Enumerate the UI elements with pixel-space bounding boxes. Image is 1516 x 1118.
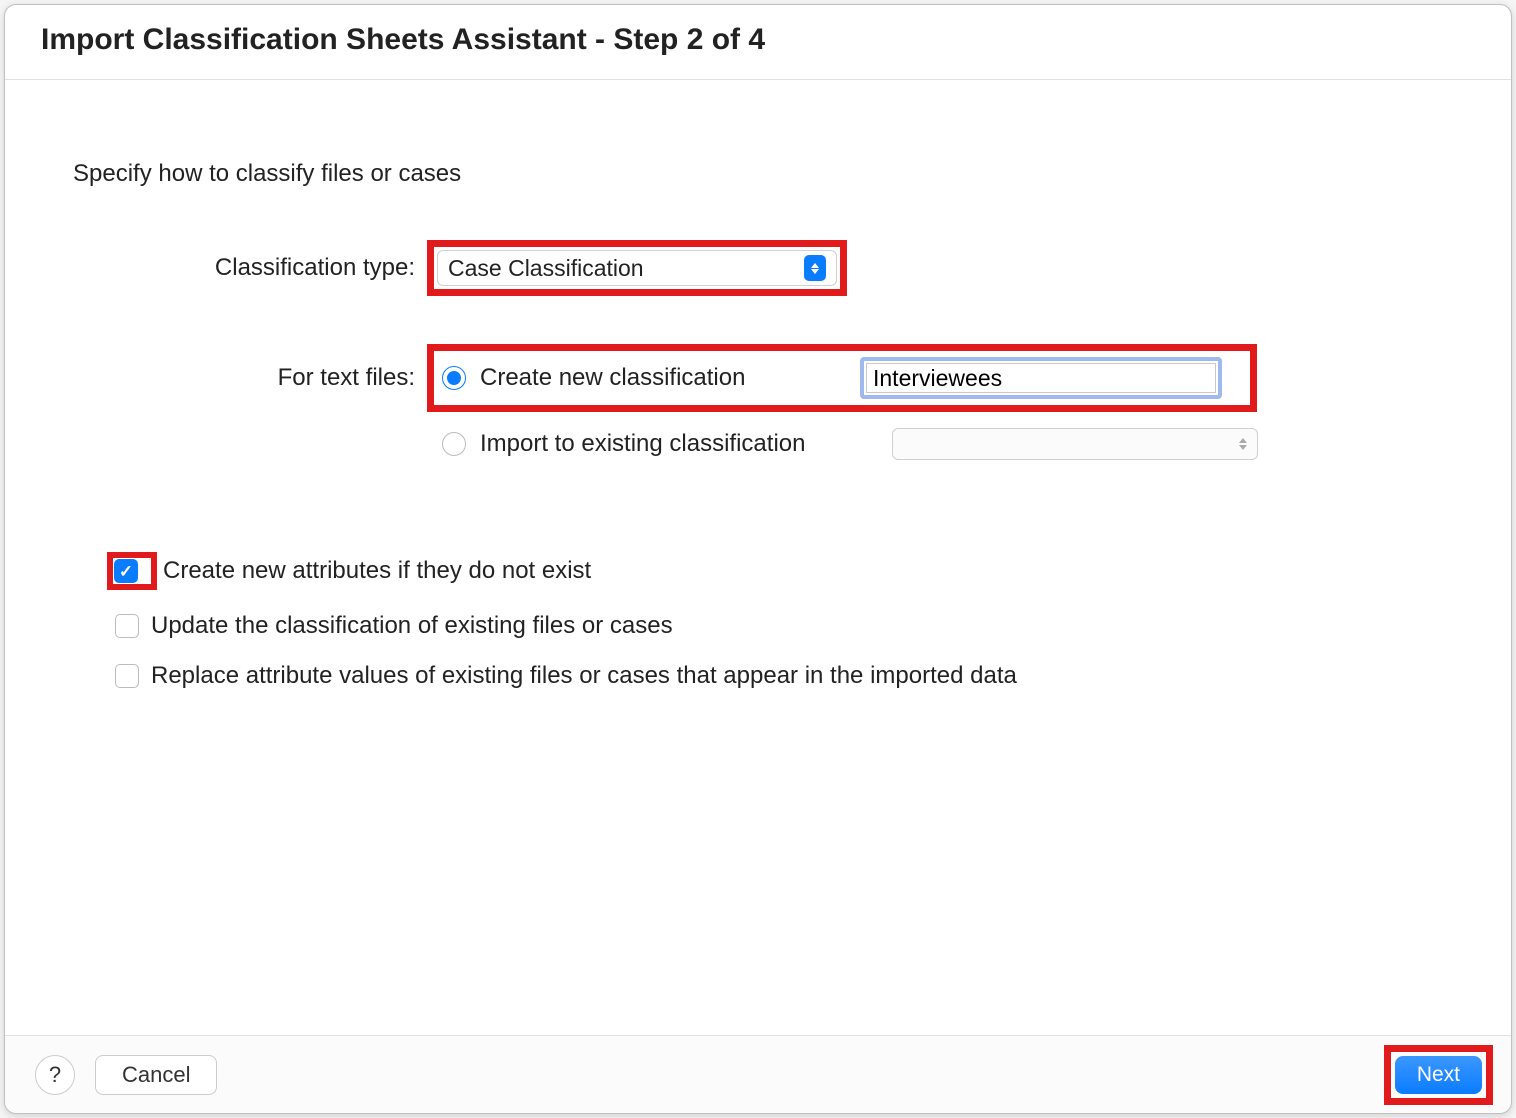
cancel-button[interactable]: Cancel — [95, 1055, 217, 1095]
highlight-next: Next — [1384, 1045, 1493, 1105]
for-text-files-row: For text files: Create new classificatio… — [65, 344, 1451, 412]
classification-type-value: Case Classification — [448, 255, 804, 282]
classification-type-row: Classification type: Case Classification — [65, 240, 1451, 296]
radio-dot-icon — [447, 371, 461, 385]
radio-create-label: Create new classification — [480, 364, 860, 392]
highlight-create-attributes: ✓ — [107, 552, 157, 590]
radio-import-existing[interactable] — [442, 432, 466, 456]
radio-import-label: Import to existing classification — [480, 430, 880, 458]
classification-type-select[interactable]: Case Classification — [437, 250, 837, 286]
for-text-files-label: For text files: — [65, 364, 427, 392]
titlebar: Import Classification Sheets Assistant -… — [5, 5, 1511, 80]
instruction-text: Specify how to classify files or cases — [73, 160, 1451, 188]
checkbox-create-attributes-label: Create new attributes if they do not exi… — [163, 557, 591, 585]
help-button[interactable]: ? — [35, 1055, 75, 1095]
new-classification-name-input[interactable] — [866, 363, 1216, 393]
checkbox-row-update-classification: Update the classification of existing fi… — [115, 612, 1451, 640]
help-icon: ? — [49, 1062, 61, 1088]
checkbox-row-replace-values: Replace attribute values of existing fil… — [115, 662, 1451, 690]
checkbox-section: ✓ Create new attributes if they do not e… — [107, 552, 1451, 690]
next-button[interactable]: Next — [1395, 1056, 1482, 1094]
dialog-content: Specify how to classify files or cases C… — [5, 80, 1511, 1035]
checkbox-update-classification-label: Update the classification of existing fi… — [151, 612, 673, 640]
checkbox-row-create-attributes: ✓ Create new attributes if they do not e… — [107, 552, 1451, 590]
checkbox-update-classification[interactable] — [115, 614, 139, 638]
highlight-create-classification: Create new classification — [427, 344, 1257, 412]
dialog-title: Import Classification Sheets Assistant -… — [41, 23, 1475, 57]
select-stepper-icon — [804, 255, 826, 281]
import-existing-row: Import to existing classification — [442, 428, 1451, 460]
classification-type-label: Classification type: — [65, 254, 427, 282]
existing-classification-select[interactable] — [892, 428, 1258, 460]
highlight-classification-type: Case Classification — [427, 240, 847, 296]
radio-create-new[interactable] — [442, 366, 466, 390]
input-focus-ring — [860, 357, 1222, 399]
checkbox-create-attributes[interactable]: ✓ — [114, 559, 138, 583]
select-stepper-disabled-icon — [1239, 438, 1247, 450]
checkbox-replace-values-label: Replace attribute values of existing fil… — [151, 662, 1017, 690]
dialog-window: Import Classification Sheets Assistant -… — [4, 4, 1512, 1114]
checkmark-icon: ✓ — [119, 563, 133, 580]
checkbox-replace-values[interactable] — [115, 664, 139, 688]
dialog-footer: ? Cancel Next — [5, 1035, 1511, 1113]
